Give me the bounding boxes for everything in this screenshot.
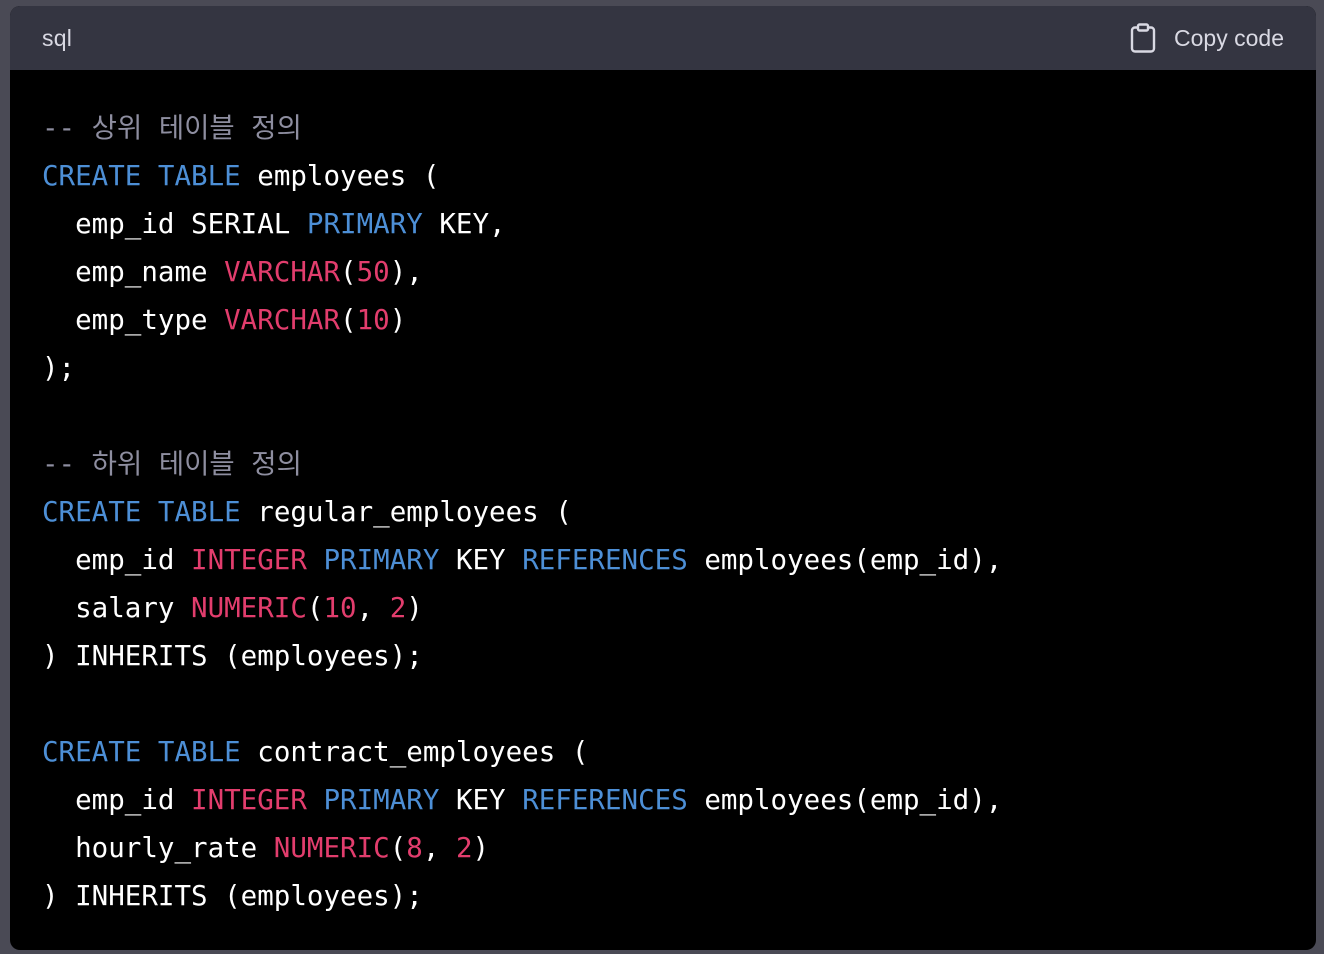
code-line: ) INHERITS (employees); [42, 632, 1316, 680]
code-text: emp_id [42, 784, 192, 816]
code-line: emp_id INTEGER PRIMARY KEY REFERENCES em… [42, 536, 1316, 584]
code-text: employees(emp_id), [687, 544, 1003, 576]
code-line: emp_type VARCHAR(10) [42, 296, 1316, 344]
code-number: 10 [323, 592, 357, 624]
code-type: VARCHAR [224, 256, 341, 288]
code-number: 2 [455, 832, 473, 864]
code-line: CREATE TABLE employees ( [42, 152, 1316, 200]
code-number: 2 [389, 592, 407, 624]
code-content: -- 상위 테이블 정의 CREATE TABLE employees ( emp… [10, 70, 1316, 920]
code-text: ), [389, 256, 423, 288]
code-text: employees(emp_id), [687, 784, 1003, 816]
code-line: -- 하위 테이블 정의 [42, 440, 1316, 488]
code-keyword: PRIMARY [323, 784, 440, 816]
code-line: -- 상위 테이블 정의 [42, 104, 1316, 152]
code-text: employees ( [240, 160, 440, 192]
code-text: ) [406, 592, 423, 624]
code-text: ) [472, 832, 490, 864]
code-keyword: CREATE [42, 160, 142, 192]
code-text: ( [389, 832, 407, 864]
code-keyword: TABLE [157, 160, 241, 192]
code-line: emp_name VARCHAR(50), [42, 248, 1316, 296]
code-text: ) [389, 304, 407, 336]
code-line: hourly_rate NUMERIC(8, 2) [42, 824, 1316, 872]
code-text: salary [42, 592, 192, 624]
code-text: KEY [439, 544, 523, 576]
code-keyword: CREATE [42, 736, 142, 768]
code-text: ( [340, 256, 357, 288]
code-type: NUMERIC [273, 832, 390, 864]
code-comment: -- 하위 테이블 정의 [42, 448, 302, 480]
code-text: , [356, 592, 390, 624]
code-keyword: TABLE [157, 496, 241, 528]
code-block: sql Copy code -- 상위 테이블 정의 CREATE TABLE e… [10, 6, 1316, 950]
code-text: , [422, 832, 456, 864]
code-keyword: TABLE [157, 736, 241, 768]
code-text: KEY, [422, 208, 506, 240]
language-label: sql [42, 24, 73, 51]
code-text: emp_id SERIAL [42, 208, 307, 240]
code-text: ) INHERITS (employees); [42, 880, 423, 912]
code-text: ( [306, 592, 324, 624]
code-text: hourly_rate [42, 832, 274, 864]
code-line: salary NUMERIC(10, 2) [42, 584, 1316, 632]
code-type: NUMERIC [191, 592, 307, 624]
code-text: ( [340, 304, 357, 336]
code-keyword: PRIMARY [323, 544, 440, 576]
code-keyword: CREATE [42, 496, 142, 528]
code-block-header: sql Copy code [10, 6, 1316, 70]
code-keyword: REFERENCES [522, 544, 688, 576]
code-number: 8 [406, 832, 423, 864]
code-text: emp_id [42, 544, 192, 576]
code-keyword: REFERENCES [522, 784, 688, 816]
code-text: emp_name [42, 256, 225, 288]
code-text: emp_type [42, 304, 225, 336]
code-line: emp_id INTEGER PRIMARY KEY REFERENCES em… [42, 776, 1316, 824]
code-line: CREATE TABLE regular_employees ( [42, 488, 1316, 536]
code-text: ); [42, 352, 76, 384]
code-type: INTEGER [191, 544, 307, 576]
code-number: 10 [356, 304, 390, 336]
copy-code-label: Copy code [1174, 24, 1284, 51]
code-line: CREATE TABLE contract_employees ( [42, 728, 1316, 776]
code-line: emp_id SERIAL PRIMARY KEY, [42, 200, 1316, 248]
code-keyword: PRIMARY [306, 208, 423, 240]
copy-code-button[interactable]: Copy code [1130, 23, 1284, 53]
code-line: ) INHERITS (employees); [42, 872, 1316, 920]
code-text: ) INHERITS (employees); [42, 640, 423, 672]
code-comment: -- 상위 테이블 정의 [42, 112, 302, 144]
code-text: regular_employees ( [240, 496, 572, 528]
code-type: VARCHAR [224, 304, 341, 336]
code-number: 50 [356, 256, 390, 288]
code-text: contract_employees ( [240, 736, 589, 768]
code-line: ); [42, 344, 1316, 392]
code-type: INTEGER [191, 784, 307, 816]
code-text: KEY [439, 784, 523, 816]
clipboard-icon [1130, 23, 1156, 53]
